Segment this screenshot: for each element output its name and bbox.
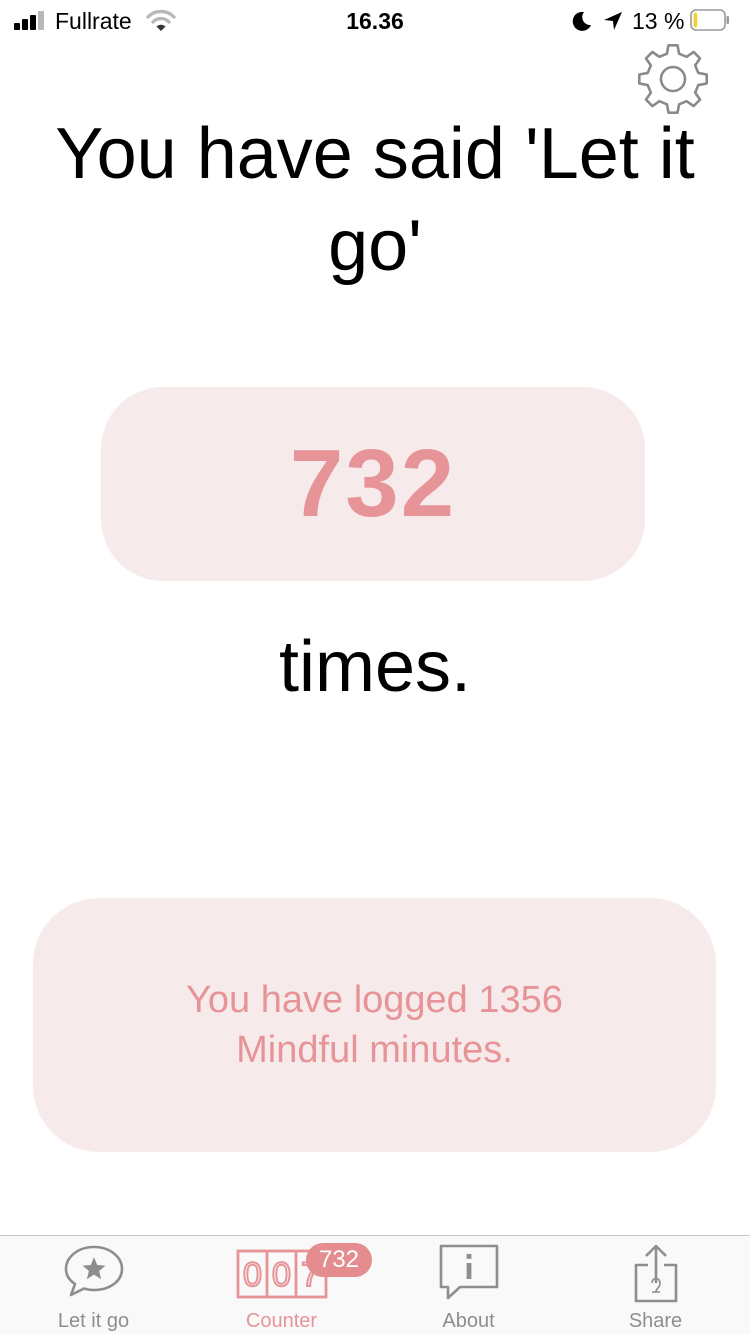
screen: Fullrate 16.36 13 % You have said 'Let i… xyxy=(0,0,750,1334)
counter-digit: 0 xyxy=(243,1256,262,1294)
mindful-minutes-text: You have logged 1356 Mindful minutes. xyxy=(186,979,563,1071)
info-bubble-icon xyxy=(439,1244,498,1300)
status-bar: Fullrate 16.36 13 % xyxy=(0,0,750,40)
times-label: times. xyxy=(278,627,472,707)
tab-share-label: Share xyxy=(628,1310,683,1332)
tab-bar: Let it go 0 0 7 Counter About Share xyxy=(0,1235,750,1334)
location-arrow-icon xyxy=(604,12,622,30)
counter-value: 732 xyxy=(289,430,457,537)
speech-bubble-star-icon xyxy=(64,1245,123,1297)
tab-about[interactable]: About xyxy=(375,1236,562,1334)
tab-about-label: About xyxy=(442,1310,495,1332)
headline: You have said 'Let it go' xyxy=(55,114,695,286)
tab-let-it-go-label: Let it go xyxy=(57,1310,130,1332)
counter-box[interactable]: 732 xyxy=(101,387,645,581)
moon-icon xyxy=(572,11,591,31)
counter-badge: 732 xyxy=(306,1243,372,1277)
tab-counter-label: Counter xyxy=(245,1310,318,1332)
share-icon xyxy=(634,1244,677,1303)
tab-share[interactable]: Share xyxy=(562,1236,749,1334)
gear-icon[interactable] xyxy=(636,42,710,116)
tab-let-it-go[interactable]: Let it go xyxy=(0,1236,187,1334)
battery-percent: 13 % xyxy=(632,8,685,34)
mindful-minutes-box: You have logged 1356 Mindful minutes. xyxy=(33,898,716,1152)
battery-icon xyxy=(690,9,729,31)
counter-digit: 0 xyxy=(272,1256,291,1294)
